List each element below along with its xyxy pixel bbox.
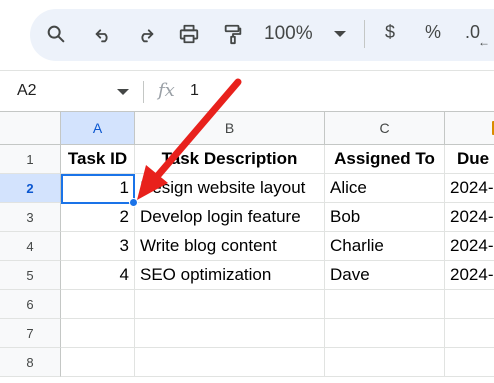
formula-bar: A2 fx 1 (0, 70, 494, 112)
redo-icon[interactable] (134, 22, 158, 46)
chevron-down-icon[interactable] (334, 31, 346, 37)
percent-format-button[interactable]: % (425, 22, 441, 43)
zoom-select[interactable]: 100% (264, 21, 313, 47)
row-header-2[interactable]: 2 (0, 174, 61, 203)
cell-a4[interactable]: 3 (61, 232, 135, 261)
select-all-corner[interactable] (0, 112, 61, 145)
fill-handle[interactable] (129, 198, 138, 207)
row-header-3[interactable]: 3 (0, 203, 61, 232)
cell-d2[interactable]: 2024- (445, 174, 494, 203)
formula-input[interactable]: 1 (190, 82, 480, 102)
search-icon[interactable] (44, 22, 68, 46)
cell-a5[interactable]: 4 (61, 261, 135, 290)
cell-b7[interactable] (135, 319, 325, 348)
cell-a8[interactable] (61, 348, 135, 377)
undo-icon[interactable] (91, 22, 115, 46)
cell-b6[interactable] (135, 290, 325, 319)
cell-d3[interactable]: 2024- (445, 203, 494, 232)
cell-c1[interactable]: Assigned To (325, 145, 445, 174)
cell-c8[interactable] (325, 348, 445, 377)
column-header-d[interactable] (445, 112, 494, 145)
row-header-4[interactable]: 4 (0, 232, 61, 261)
toolbar-divider (364, 20, 365, 48)
row-header-8[interactable]: 8 (0, 348, 61, 377)
cell-d6[interactable] (445, 290, 494, 319)
cell-b1[interactable]: Task Description (135, 145, 325, 174)
cell-b3[interactable]: Develop login feature (135, 203, 325, 232)
row-header-1[interactable]: 1 (0, 145, 61, 174)
column-header-c[interactable]: C (325, 112, 445, 145)
cell-d1[interactable]: Due (445, 145, 494, 174)
row-header-5[interactable]: 5 (0, 261, 61, 290)
cell-c2[interactable]: Alice (325, 174, 445, 203)
cell-b5[interactable]: SEO optimization (135, 261, 325, 290)
cell-a1[interactable]: Task ID (61, 145, 135, 174)
cell-d5[interactable]: 2024- (445, 261, 494, 290)
cell-c4[interactable]: Charlie (325, 232, 445, 261)
print-icon[interactable] (177, 22, 201, 46)
cell-c6[interactable] (325, 290, 445, 319)
cell-a7[interactable] (61, 319, 135, 348)
cell-a2[interactable]: 1 (61, 174, 135, 203)
cell-c3[interactable]: Bob (325, 203, 445, 232)
sheet-grid: A B C 1 2 3 4 5 6 7 8 Task ID Task Descr… (0, 112, 494, 383)
spreadsheet-app: 100% $ % .0 ← A2 fx 1 A B C 1 2 3 4 5 6 … (0, 0, 494, 383)
cell-a6[interactable] (61, 290, 135, 319)
cell-b4[interactable]: Write blog content (135, 232, 325, 261)
formula-divider (143, 81, 144, 103)
column-header-a[interactable]: A (61, 112, 135, 145)
name-box[interactable]: A2 (0, 71, 136, 111)
cell-a3[interactable]: 2 (61, 203, 135, 232)
chevron-down-icon[interactable] (117, 89, 129, 95)
cell-c7[interactable] (325, 319, 445, 348)
toolbar: 100% $ % .0 ← (0, 0, 494, 70)
row-header-7[interactable]: 7 (0, 319, 61, 348)
paint-format-icon[interactable] (221, 22, 245, 46)
function-icon: fx (158, 80, 175, 101)
cell-d7[interactable] (445, 319, 494, 348)
cell-d8[interactable] (445, 348, 494, 377)
row-header-6[interactable]: 6 (0, 290, 61, 319)
arrow-left-icon: ← (478, 35, 490, 49)
cell-d4[interactable]: 2024- (445, 232, 494, 261)
currency-format-button[interactable]: $ (385, 22, 395, 43)
cell-b2[interactable]: Design website layout (135, 174, 325, 203)
cell-c5[interactable]: Dave (325, 261, 445, 290)
name-box-value: A2 (17, 82, 37, 99)
column-header-b[interactable]: B (135, 112, 325, 145)
cell-b8[interactable] (135, 348, 325, 377)
